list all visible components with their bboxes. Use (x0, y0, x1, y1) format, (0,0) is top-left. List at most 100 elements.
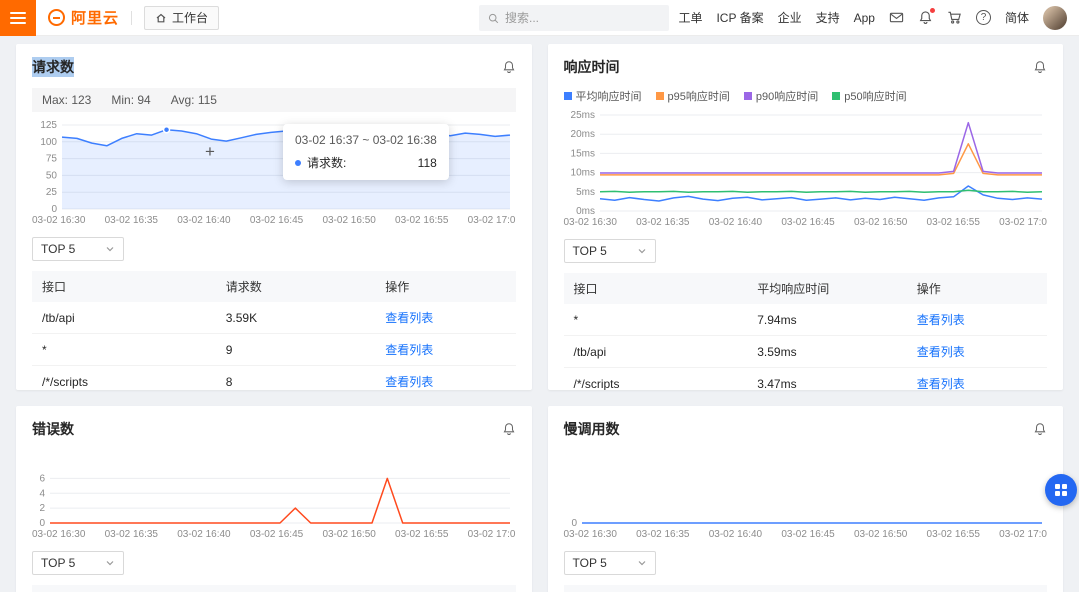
svg-text:4: 4 (39, 488, 45, 499)
top5-select-value: TOP 5 (572, 556, 607, 570)
menu-item-icp[interactable]: ICP 备案 (716, 9, 763, 26)
global-search[interactable] (479, 5, 669, 31)
view-list-link[interactable]: 查看列表 (917, 313, 965, 327)
legend-item[interactable]: p95响应时间 (655, 88, 730, 104)
x-tick-label: 03-02 16:30 (563, 529, 617, 540)
x-tick-label: 03-02 16:50 (853, 529, 908, 540)
alicloud-logo-text: 阿里云 (71, 10, 120, 27)
top5-select[interactable]: TOP 5 (563, 551, 656, 575)
x-axis-labels: 03-02 16:30 03-02 16:35 03-02 16:40 03-02 1… (32, 214, 516, 227)
view-list-link[interactable]: 查看列表 (385, 311, 433, 325)
column-header: 操作 (906, 273, 1047, 304)
tooltip-time-range: 03-02 16:37 ~ 03-02 16:38 (295, 133, 437, 147)
chevron-down-icon (106, 247, 114, 252)
alarm-bell-icon[interactable] (1033, 60, 1047, 74)
requests-table: 接口 请求数 操作 /tb/api 3.59K 查看列表 * 9 查看列表 /*/s… (32, 271, 516, 390)
table-row: * 9 查看列表 (32, 333, 516, 366)
stat-avg: Avg: 115 (170, 93, 217, 107)
search-input[interactable] (505, 11, 660, 25)
panel-slow-calls: 慢调用数 0 03-02 16:30 03-02 16:35 03-02 16:40… (547, 406, 1063, 592)
tooltip-value: 118 (417, 155, 437, 170)
notifications-bell-icon[interactable] (918, 8, 935, 25)
alicloud-logo[interactable]: 阿里云 (48, 7, 119, 28)
menu-item-tickets[interactable]: 工单 (678, 9, 702, 26)
errors-chart[interactable]: 0 2 4 6 (32, 466, 516, 529)
requests-chart-area: 0 25 50 75 100 125 03-02 16:30 03-02 16:35 03-0… (32, 120, 516, 227)
svg-text:2: 2 (39, 503, 45, 514)
panel-title-response-time: 响应时间 (563, 59, 620, 75)
response-time-table: 接口 平均响应时间 操作 * 7.94ms 查看列表 /tb/api 3.59ms … (563, 273, 1047, 390)
table-row: /*/scripts 3.47ms 查看列表 (563, 367, 1047, 390)
chart-legend[interactable]: 平均响应时间 p95响应时间 p90响应时间 p50响应时间 (563, 88, 1048, 104)
x-tick-label: 03-02 17:0 (467, 215, 516, 226)
response-time-chart[interactable]: 0ms 5ms 10ms 15ms 20ms 25ms (564, 110, 1048, 217)
x-tick-label: 03-02 16:35 (104, 215, 158, 226)
value-cell: 9 (215, 333, 376, 366)
topbar-right-menu: 费用 工单 ICP 备案 企业 支持 App ? 简体 (640, 5, 1079, 30)
menu-item-support[interactable]: 支持 (816, 9, 840, 26)
x-tick-label: 03-02 16:55 (395, 215, 449, 226)
alarm-bell-icon[interactable] (502, 422, 516, 436)
home-icon (156, 13, 166, 22)
x-tick-label: 03-02 16:45 (781, 217, 835, 228)
column-header: 错误数 (215, 585, 376, 592)
workbench-button[interactable]: 工作台 (144, 5, 220, 30)
alarm-bell-icon[interactable] (1033, 422, 1047, 436)
x-tick-label: 03-02 16:30 (32, 215, 86, 226)
divider (131, 10, 133, 25)
top5-select[interactable]: TOP 5 (32, 551, 124, 575)
svg-text:100: 100 (40, 137, 57, 148)
errors-chart-area: 0246 03-02 16:30 03-02 16:35 03-02 16:40 03… (32, 466, 516, 541)
value-cell: 3.59K (215, 302, 376, 334)
column-header: 操作 (375, 271, 516, 302)
grid-icon (1055, 484, 1067, 496)
x-tick-label: 03-02 16:45 (781, 529, 835, 540)
menu-item-app[interactable]: App (854, 11, 875, 25)
x-tick-label: 03-02 16:35 (636, 529, 690, 540)
column-header: 操作 (906, 585, 1047, 592)
slow-calls-chart-area: 0 03-02 16:30 03-02 16:35 03-02 16:40 03-02… (564, 466, 1048, 541)
avatar[interactable] (1043, 5, 1067, 30)
table-row: * 7.94ms 查看列表 (563, 304, 1047, 336)
svg-text:0: 0 (571, 518, 577, 526)
chart-tooltip: 03-02 16:37 ~ 03-02 16:38 请求数: 118 (283, 124, 449, 180)
errors-table: 接口错误数操作 (32, 585, 516, 592)
x-tick-label: 03-02 16:30 (32, 529, 86, 540)
legend-item[interactable]: p50响应时间 (832, 88, 907, 104)
x-tick-label: 03-02 16:40 (708, 217, 763, 228)
cart-icon[interactable] (947, 10, 962, 25)
interface-cell: /*/scripts (32, 365, 216, 390)
legend-item[interactable]: p90响应时间 (743, 88, 818, 104)
slow-calls-chart[interactable]: 0 (564, 466, 1048, 529)
x-tick-label: 03-02 16:45 (249, 529, 304, 540)
table-header-row: 接口 平均响应时间 操作 (563, 273, 1047, 304)
x-tick-label: 03-02 17:0 (999, 529, 1047, 540)
workbench-label: 工作台 (172, 11, 209, 25)
help-icon[interactable]: ? (975, 10, 991, 25)
view-list-link[interactable]: 查看列表 (385, 343, 433, 357)
hamburger-menu-icon[interactable] (0, 0, 36, 36)
view-list-link[interactable]: 查看列表 (917, 345, 965, 359)
top5-select[interactable]: TOP 5 (563, 239, 656, 263)
top5-select[interactable]: TOP 5 (32, 237, 124, 261)
messages-icon[interactable] (889, 10, 904, 25)
panel-title-slow-calls: 慢调用数 (563, 421, 620, 437)
x-axis-labels: 03-02 16:30 03-02 16:35 03-02 16:40 03-02 1… (564, 216, 1048, 229)
x-tick-label: 03-02 16:55 (926, 529, 980, 540)
view-list-link[interactable]: 查看列表 (917, 377, 965, 390)
menu-item-enterprise[interactable]: 企业 (778, 9, 802, 26)
top5-select-value: TOP 5 (41, 242, 76, 256)
language-toggle[interactable]: 简体 (1005, 9, 1029, 26)
x-tick-label: 03-02 16:35 (104, 529, 158, 540)
x-axis-labels: 03-02 16:30 03-02 16:35 03-02 16:40 03-02 1… (564, 528, 1048, 541)
svg-text:125: 125 (40, 120, 57, 131)
table-header-row: 接口慢调用数操作 (563, 585, 1047, 592)
widgets-float-button[interactable] (1045, 474, 1077, 506)
value-cell: 8 (215, 365, 376, 390)
view-list-link[interactable]: 查看列表 (385, 375, 433, 389)
svg-text:0ms: 0ms (576, 206, 595, 214)
x-tick-label: 03-02 16:55 (395, 529, 449, 540)
chevron-down-icon (106, 561, 114, 566)
legend-item[interactable]: 平均响应时间 (563, 88, 642, 104)
alarm-bell-icon[interactable] (502, 60, 516, 74)
